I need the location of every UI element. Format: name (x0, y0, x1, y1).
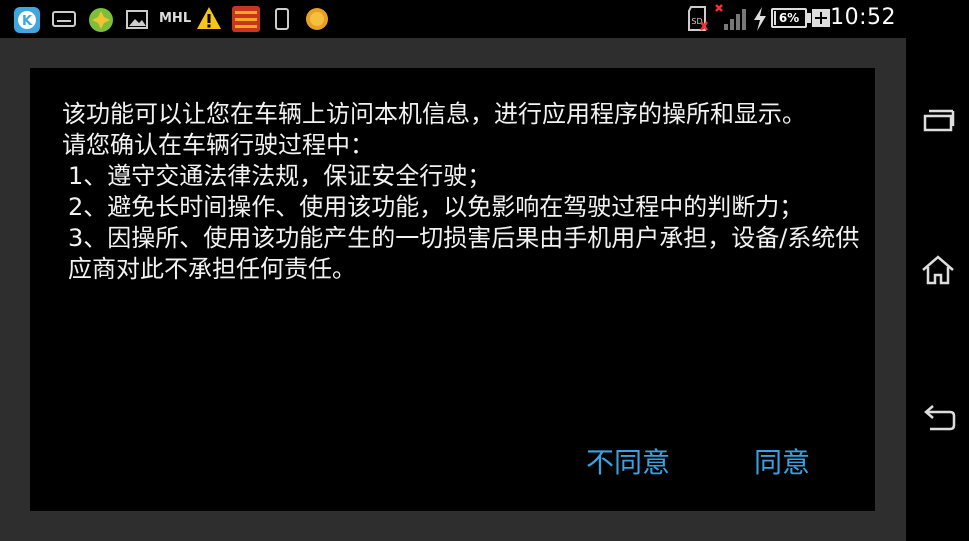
plus-icon (812, 9, 830, 27)
dialog-line-rule-3: 3、因操所、使用该功能产生的一切损害后果由手机用户承担，设备/系统供应商对此不承… (68, 224, 860, 283)
disagree-button[interactable]: 不同意 (586, 441, 670, 481)
screen: K MHL SD 6% 10:52 该功能可以让您在车辆上访问本机信息，进行应用… (0, 0, 969, 541)
battery-icon: 6% (771, 8, 807, 28)
mhl-icon: MHL (159, 11, 192, 26)
warning-icon (197, 7, 221, 29)
back-icon[interactable] (916, 398, 960, 442)
battery-tip (807, 13, 811, 23)
dialog-message: 该功能可以让您在车辆上访问本机信息，进行应用程序的操所和显示。 请您确认在车辆行… (62, 99, 862, 285)
agree-button[interactable]: 同意 (754, 441, 810, 481)
sd-card-icon: SD (688, 6, 708, 31)
svg-text:K: K (22, 14, 33, 29)
app-badge-icon (232, 6, 260, 32)
navigation-bar (906, 38, 969, 541)
dialog-line-rule-2: 2、避免长时间操作、使用该功能，以免影响在驾驶过程中的判断力； (68, 193, 804, 221)
svg-text:SD: SD (691, 17, 702, 26)
dialog-line-rule-1: 1、遵守交通法律法规，保证安全行驶； (68, 162, 492, 190)
orange-dot-icon (306, 8, 328, 30)
battery-percent: 6% (778, 11, 800, 25)
dialog-line-confirm: 请您确认在车辆行驶过程中： (62, 131, 374, 159)
consent-dialog: 该功能可以让您在车辆上访问本机信息，进行应用程序的操所和显示。 请您确认在车辆行… (30, 68, 875, 511)
dialog-line-intro: 该功能可以让您在车辆上访问本机信息，进行应用程序的操所和显示。 (62, 100, 806, 128)
k-app-icon: K (14, 7, 40, 33)
keyboard-icon (52, 11, 76, 27)
recent-apps-icon[interactable] (916, 98, 960, 142)
puzzle-app-icon (89, 8, 113, 32)
image-icon (126, 10, 148, 29)
status-bar: K MHL SD 6% 10:52 (0, 0, 969, 38)
clock: 10:52 (830, 5, 896, 30)
charging-icon (754, 7, 766, 31)
home-icon[interactable] (916, 248, 960, 292)
no-signal-icon (715, 4, 746, 30)
phone-icon (275, 8, 289, 30)
